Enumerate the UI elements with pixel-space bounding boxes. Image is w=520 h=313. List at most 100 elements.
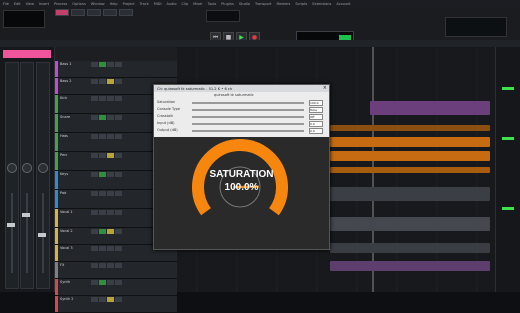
track-name[interactable]: Vocal 3 (60, 246, 73, 250)
right-zoom-strip[interactable] (495, 47, 520, 292)
monitor-button[interactable] (115, 153, 122, 158)
menu-item[interactable]: Track (140, 2, 149, 6)
param-value[interactable]: Tube (309, 107, 323, 113)
monitor-button[interactable] (115, 115, 122, 120)
pan-knob[interactable] (22, 163, 32, 173)
audio-clip[interactable] (330, 217, 490, 231)
solo-button[interactable] (99, 263, 106, 268)
monitor-button[interactable] (115, 246, 122, 251)
monitor-button[interactable] (115, 62, 122, 67)
menu-item[interactable]: Studio (239, 2, 250, 6)
solo-button[interactable] (99, 191, 106, 196)
close-icon[interactable]: × (323, 85, 327, 92)
menu-item[interactable]: Transport (255, 2, 271, 6)
audio-clip[interactable] (330, 151, 490, 161)
timeline-ruler[interactable] (0, 40, 520, 47)
audio-clip[interactable] (330, 125, 490, 131)
param-slider[interactable] (192, 123, 304, 125)
menu-item[interactable]: View (26, 2, 34, 6)
record-arm-button[interactable] (107, 62, 114, 67)
menu-item[interactable]: Clip (181, 2, 188, 6)
mute-button[interactable] (91, 191, 98, 196)
param-value[interactable]: 0.0 (309, 128, 323, 134)
param-slider[interactable] (192, 116, 304, 118)
menu-item[interactable]: Audio (167, 2, 177, 6)
track-header[interactable]: Synth (55, 279, 177, 296)
record-arm-button[interactable] (107, 115, 114, 120)
pan-knob[interactable] (38, 163, 48, 173)
track-name[interactable]: Vocal 2 (60, 229, 73, 233)
mute-button[interactable] (91, 79, 98, 84)
record-arm-button[interactable] (107, 191, 114, 196)
mute-button[interactable] (91, 280, 98, 285)
track-name[interactable]: Synth (60, 280, 70, 284)
record-mode-button[interactable] (55, 9, 69, 16)
record-arm-button[interactable] (107, 297, 114, 302)
solo-button[interactable] (99, 210, 106, 215)
mute-button[interactable] (91, 229, 98, 234)
track-header[interactable]: Synth 2 (55, 296, 177, 313)
pan-knob[interactable] (7, 163, 17, 173)
track-name[interactable]: Snare (60, 115, 70, 119)
loop-button[interactable] (71, 9, 85, 16)
track-name[interactable]: Kick (60, 96, 67, 100)
audio-clip[interactable] (330, 137, 490, 147)
menu-item[interactable]: Insert (39, 2, 49, 6)
audio-clip[interactable] (330, 187, 490, 201)
menu-item[interactable]: Extensions (312, 2, 331, 6)
record-arm-button[interactable] (107, 263, 114, 268)
param-slider[interactable] (192, 130, 304, 132)
solo-button[interactable] (99, 62, 106, 67)
snap-button[interactable] (103, 9, 117, 16)
mute-button[interactable] (91, 62, 98, 67)
mute-button[interactable] (91, 134, 98, 139)
monitor-button[interactable] (115, 79, 122, 84)
punch-button[interactable] (87, 9, 101, 16)
menu-item[interactable]: Mixer (193, 2, 203, 6)
solo-button[interactable] (99, 134, 106, 139)
monitor-button[interactable] (115, 297, 122, 302)
param-value[interactable]: Off (309, 114, 323, 120)
menu-item[interactable]: Help (110, 2, 118, 6)
track-name[interactable]: Bass 2 (60, 79, 72, 83)
track-header[interactable]: FX (55, 262, 177, 279)
monitor-button[interactable] (115, 96, 122, 101)
menu-item[interactable]: Tools (208, 2, 217, 6)
param-value[interactable]: 0.0 (309, 121, 323, 127)
menu-item[interactable]: Scripts (295, 2, 307, 6)
fader-handle[interactable] (22, 213, 30, 217)
track-name[interactable]: Perc (60, 153, 67, 157)
record-arm-button[interactable] (107, 153, 114, 158)
record-arm-button[interactable] (107, 246, 114, 251)
monitor-button[interactable] (115, 172, 122, 177)
monitor-button[interactable] (115, 229, 122, 234)
solo-button[interactable] (99, 153, 106, 158)
menu-item[interactable]: Account (336, 2, 350, 6)
mute-button[interactable] (91, 263, 98, 268)
fader-handle[interactable] (7, 223, 15, 227)
menu-item[interactable]: Project (123, 2, 135, 6)
solo-button[interactable] (99, 115, 106, 120)
audio-clip[interactable] (330, 167, 490, 173)
track-name[interactable]: Vocal 1 (60, 210, 73, 214)
menu-item[interactable]: Edit (14, 2, 21, 6)
monitor-button[interactable] (115, 210, 122, 215)
audio-clip[interactable] (330, 243, 490, 253)
solo-button[interactable] (99, 297, 106, 302)
audio-clip[interactable] (370, 101, 490, 115)
track-name[interactable]: FX (60, 263, 64, 267)
plugin-title-bar[interactable]: Ch: quirosoft tk saturmatic - 51.2 K • 6… (154, 85, 329, 92)
param-value[interactable]: 100.0 (309, 100, 323, 106)
record-arm-button[interactable] (107, 96, 114, 101)
solo-button[interactable] (99, 96, 106, 101)
menu-item[interactable]: Markers (276, 2, 290, 6)
record-arm-button[interactable] (107, 280, 114, 285)
track-name[interactable]: Pad (60, 191, 66, 195)
param-slider[interactable] (192, 102, 304, 104)
track-name[interactable]: Hats (60, 134, 68, 138)
menu-item[interactable]: Plugins (221, 2, 234, 6)
solo-button[interactable] (99, 79, 106, 84)
record-arm-button[interactable] (107, 229, 114, 234)
mute-button[interactable] (91, 210, 98, 215)
record-arm-button[interactable] (107, 210, 114, 215)
